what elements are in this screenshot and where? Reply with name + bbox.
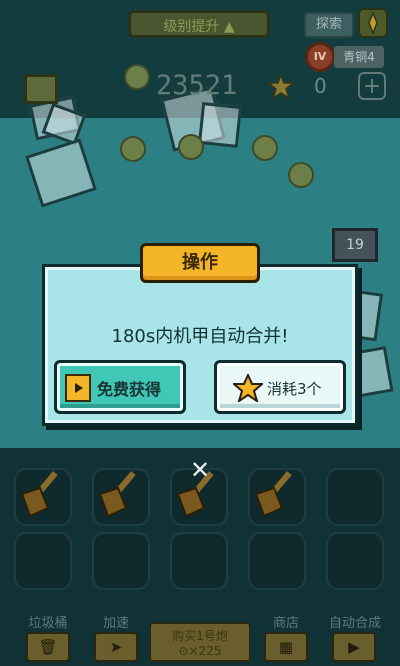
- coin-icon: [252, 135, 278, 161]
- play-icon: ▶: [348, 638, 360, 656]
- grid-slot[interactable]: [92, 532, 150, 590]
- trash-button[interactable]: 🗑: [26, 632, 70, 662]
- dialog-title: 操作: [140, 243, 260, 283]
- rank-badge: 青铜4: [334, 46, 384, 68]
- shop-button[interactable]: ▦: [264, 632, 308, 662]
- coin-icon: [178, 134, 204, 160]
- add-button[interactable]: +: [358, 72, 386, 100]
- level-tag: 19: [332, 228, 378, 262]
- rocket-icon: ➤: [109, 638, 123, 656]
- star-icon: [233, 374, 263, 402]
- buy-title: 购买1号炮: [172, 629, 228, 643]
- upgrade-level-button[interactable]: 级别提升 ▲: [128, 10, 270, 38]
- shop-label: 商店: [272, 616, 299, 631]
- grid-slot[interactable]: [170, 532, 228, 590]
- free-get-button[interactable]: 免费获得: [54, 360, 186, 414]
- spend-stars-button[interactable]: 消耗3个: [214, 360, 346, 414]
- chest-icon[interactable]: [24, 74, 58, 104]
- grid-slot[interactable]: [326, 532, 384, 590]
- shop-icon: ▦: [278, 638, 294, 656]
- free-get-label: 免费获得: [97, 380, 162, 399]
- cursor-x-icon: ✕: [189, 456, 211, 484]
- auto-merge-button[interactable]: ▶: [332, 632, 376, 662]
- buy-cannon-button[interactable]: 购买1号炮 ⊙×225: [149, 622, 251, 662]
- grid-slot[interactable]: [14, 532, 72, 590]
- explore-button[interactable]: 探索: [304, 12, 354, 38]
- video-play-icon: [65, 374, 91, 402]
- buy-cost: ⊙×225: [178, 644, 222, 658]
- coin-icon: [288, 162, 314, 188]
- star-count: 0: [314, 74, 327, 98]
- rank-icon: IV: [305, 42, 335, 72]
- auto-merge-label: 自动合成: [328, 616, 381, 631]
- coin-icon: [120, 136, 146, 162]
- grid-slot[interactable]: [326, 468, 384, 526]
- grid-slot[interactable]: [248, 532, 306, 590]
- star-icon: [268, 74, 294, 100]
- trash-label: 垃圾桶: [28, 616, 68, 631]
- coin-total: 23521: [156, 70, 238, 101]
- trash-icon: 🗑: [38, 638, 58, 656]
- speed-label: 加速: [102, 616, 129, 631]
- compass-icon[interactable]: [358, 8, 388, 38]
- coin-icon: [124, 64, 150, 90]
- spend-stars-label: 消耗3个: [267, 380, 322, 398]
- speed-button[interactable]: ➤: [94, 632, 138, 662]
- cube-decoration: [197, 102, 243, 148]
- broom-icon[interactable]: [248, 464, 306, 522]
- broom-icon[interactable]: [14, 464, 72, 522]
- broom-icon[interactable]: [92, 464, 150, 522]
- dialog-message: 180s内机甲自动合并!: [111, 326, 289, 347]
